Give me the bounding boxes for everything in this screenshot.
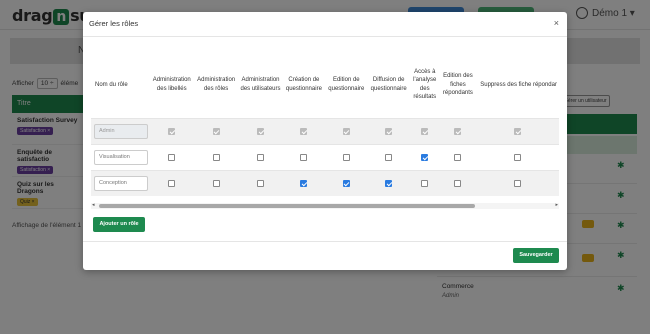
permission-checkbox [514,128,522,135]
column-header: Administration des libellés [152,77,191,92]
role-name-input[interactable]: Conception [94,175,148,191]
column-header: Edition des fiches répondants [442,73,473,96]
scrollbar-thumb[interactable] [99,204,475,208]
roles-table-scroll: Nom du rôle Administration des libellés … [91,52,559,204]
permission-cell [476,169,559,196]
permission-cell [367,143,410,170]
permission-checkbox [385,128,393,135]
permission-checkbox[interactable] [168,180,176,188]
permission-checkbox[interactable] [514,180,522,188]
permission-checkbox[interactable] [257,154,265,161]
permission-cell [325,143,368,170]
scroll-right-icon[interactable]: ▸ [555,202,558,208]
modal-title: Gérer les rôles [89,19,139,28]
permission-cell [409,169,440,196]
role-name-cell: Admin [91,117,150,144]
permission-cell [282,117,326,144]
permission-checkbox[interactable] [342,180,350,188]
permission-cell [367,117,410,144]
role-name-cell: Conception [91,169,150,196]
role-name-cell: Visualisation [91,143,150,170]
column-header: Diffusion de questionnaire [370,77,407,92]
permission-checkbox[interactable] [454,154,462,161]
permission-cell [409,143,440,170]
permission-cell [476,117,559,144]
permission-checkbox[interactable] [212,180,220,188]
column-header: Accès à l'analyse des résultats [413,68,437,101]
table-header-row: Nom du rôle Administration des libellés … [91,52,559,118]
horizontal-scrollbar[interactable]: ◂ ▸ [91,202,559,209]
roles-table: Nom du rôle Administration des libellés … [91,52,559,196]
permission-checkbox [212,128,220,135]
permission-checkbox[interactable] [421,154,429,161]
permission-checkbox[interactable] [300,154,308,161]
role-name-input[interactable]: Visualisation [94,149,148,165]
permission-checkbox [300,128,308,135]
save-button[interactable]: Sauvegarder [513,248,559,263]
permission-cell [367,169,410,196]
permission-cell [282,143,326,170]
permission-checkbox[interactable] [342,154,350,161]
permission-checkbox[interactable] [454,180,462,188]
scroll-left-icon[interactable]: ◂ [92,202,95,208]
permission-cell [193,117,239,144]
role-row: Visualisation [91,143,559,170]
permission-cell [149,169,194,196]
permission-checkbox [421,128,429,135]
permission-cell [325,169,368,196]
permission-cell [409,117,440,144]
permission-cell [193,143,239,170]
close-icon[interactable]: × [554,18,559,28]
column-header: Edition de questionnaire [328,77,365,92]
permission-cell [439,169,477,196]
permission-cell [238,143,283,170]
permission-cell [238,117,283,144]
permission-checkbox[interactable] [300,180,308,188]
modal-header: Gérer les rôles × [83,12,567,37]
role-row: Admin [91,117,559,144]
permission-checkbox[interactable] [257,180,265,188]
permission-checkbox [257,128,265,135]
permission-cell [193,169,239,196]
permission-cell [325,117,368,144]
role-row: Conception [91,169,559,196]
permission-cell [476,143,559,170]
modal-footer-divider [83,241,567,242]
add-role-button[interactable]: Ajouter un rôle [93,217,145,232]
permission-checkbox[interactable] [385,154,393,161]
manage-roles-modal: Gérer les rôles × Nom du rôle Administra… [83,12,567,270]
permission-checkbox [454,128,462,135]
permission-checkbox[interactable] [385,180,393,188]
column-header: Création de questionnaire [285,77,322,92]
column-header: Administration des rôles [197,77,236,92]
permission-cell [439,143,477,170]
permission-checkbox[interactable] [421,180,429,188]
permission-cell [439,117,477,144]
permission-checkbox [168,128,176,135]
permission-checkbox [342,128,350,135]
column-header: Suppress des fiche répondar [480,81,557,88]
permission-cell [238,169,283,196]
permission-cell [149,143,194,170]
permission-checkbox[interactable] [514,154,522,161]
column-header: Administration des utilisateurs [240,77,281,92]
permission-cell [149,117,194,144]
role-name-input: Admin [94,123,148,139]
permission-checkbox[interactable] [212,154,220,161]
permission-checkbox[interactable] [168,154,176,161]
column-header: Nom du rôle [95,81,128,88]
permission-cell [282,169,326,196]
